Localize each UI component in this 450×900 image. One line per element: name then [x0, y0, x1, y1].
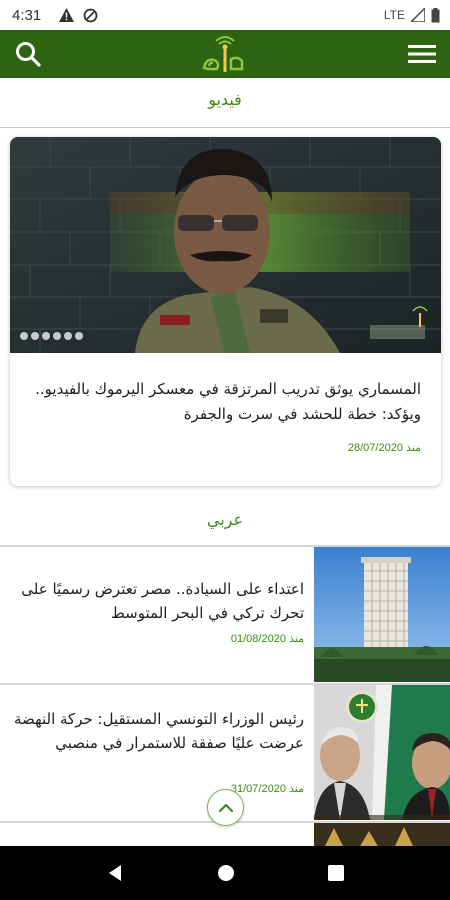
home-icon[interactable]: [216, 863, 236, 883]
video-thumbnail[interactable]: [10, 137, 441, 353]
section-title-video: فيديو: [208, 90, 242, 109]
featured-video-card[interactable]: المسماري يوثق تدريب المرتزقة في معسكر ال…: [10, 137, 441, 486]
article-date: منذ 01/08/2020: [230, 633, 304, 645]
article-thumbnail[interactable]: [314, 823, 450, 848]
back-icon[interactable]: [105, 863, 125, 883]
video-headline[interactable]: المسماري يوثق تدريب المرتزقة في معسكر ال…: [21, 377, 421, 427]
status-time: 4:31: [12, 6, 42, 24]
system-navigation-bar: [0, 846, 450, 900]
article-thumbnail-image: [314, 823, 450, 848]
battery-icon: [431, 7, 440, 22]
video-thumbnail-image: [10, 137, 441, 353]
article-thumbnail[interactable]: [314, 547, 450, 682]
article-headline[interactable]: رئيس الوزراء التونسي المستقيل: حركة النه…: [10, 707, 304, 755]
hamburger-menu-icon[interactable]: [408, 43, 436, 65]
app-header: [0, 30, 450, 78]
article-thumbnail-image: [314, 547, 450, 682]
article-headline[interactable]: اعتداء على السيادة.. مصر تعترض رسميًا عل…: [10, 577, 304, 625]
article-thumbnail-image: [314, 685, 450, 820]
status-bar: 4:31 LTE: [0, 0, 450, 30]
warning-icon: [59, 8, 75, 22]
chevron-up-icon: [218, 803, 233, 812]
section-title-arabic: عربي: [206, 510, 244, 529]
recents-icon[interactable]: [327, 864, 345, 882]
network-type-label: LTE: [383, 8, 405, 22]
article-row[interactable]: اعتداء على السيادة.. مصر تعترض رسميًا عل…: [0, 545, 450, 682]
brand-logo: [202, 36, 244, 72]
video-date: منذ 28/07/2020: [347, 442, 421, 454]
article-date: منذ 31/07/2020: [230, 783, 304, 795]
search-icon[interactable]: [14, 40, 42, 68]
article-thumbnail[interactable]: [314, 685, 450, 820]
section-divider: [0, 127, 450, 128]
scroll-to-top-button[interactable]: [207, 789, 244, 826]
data-saver-icon: [83, 8, 98, 22]
signal-icon: [411, 8, 425, 22]
